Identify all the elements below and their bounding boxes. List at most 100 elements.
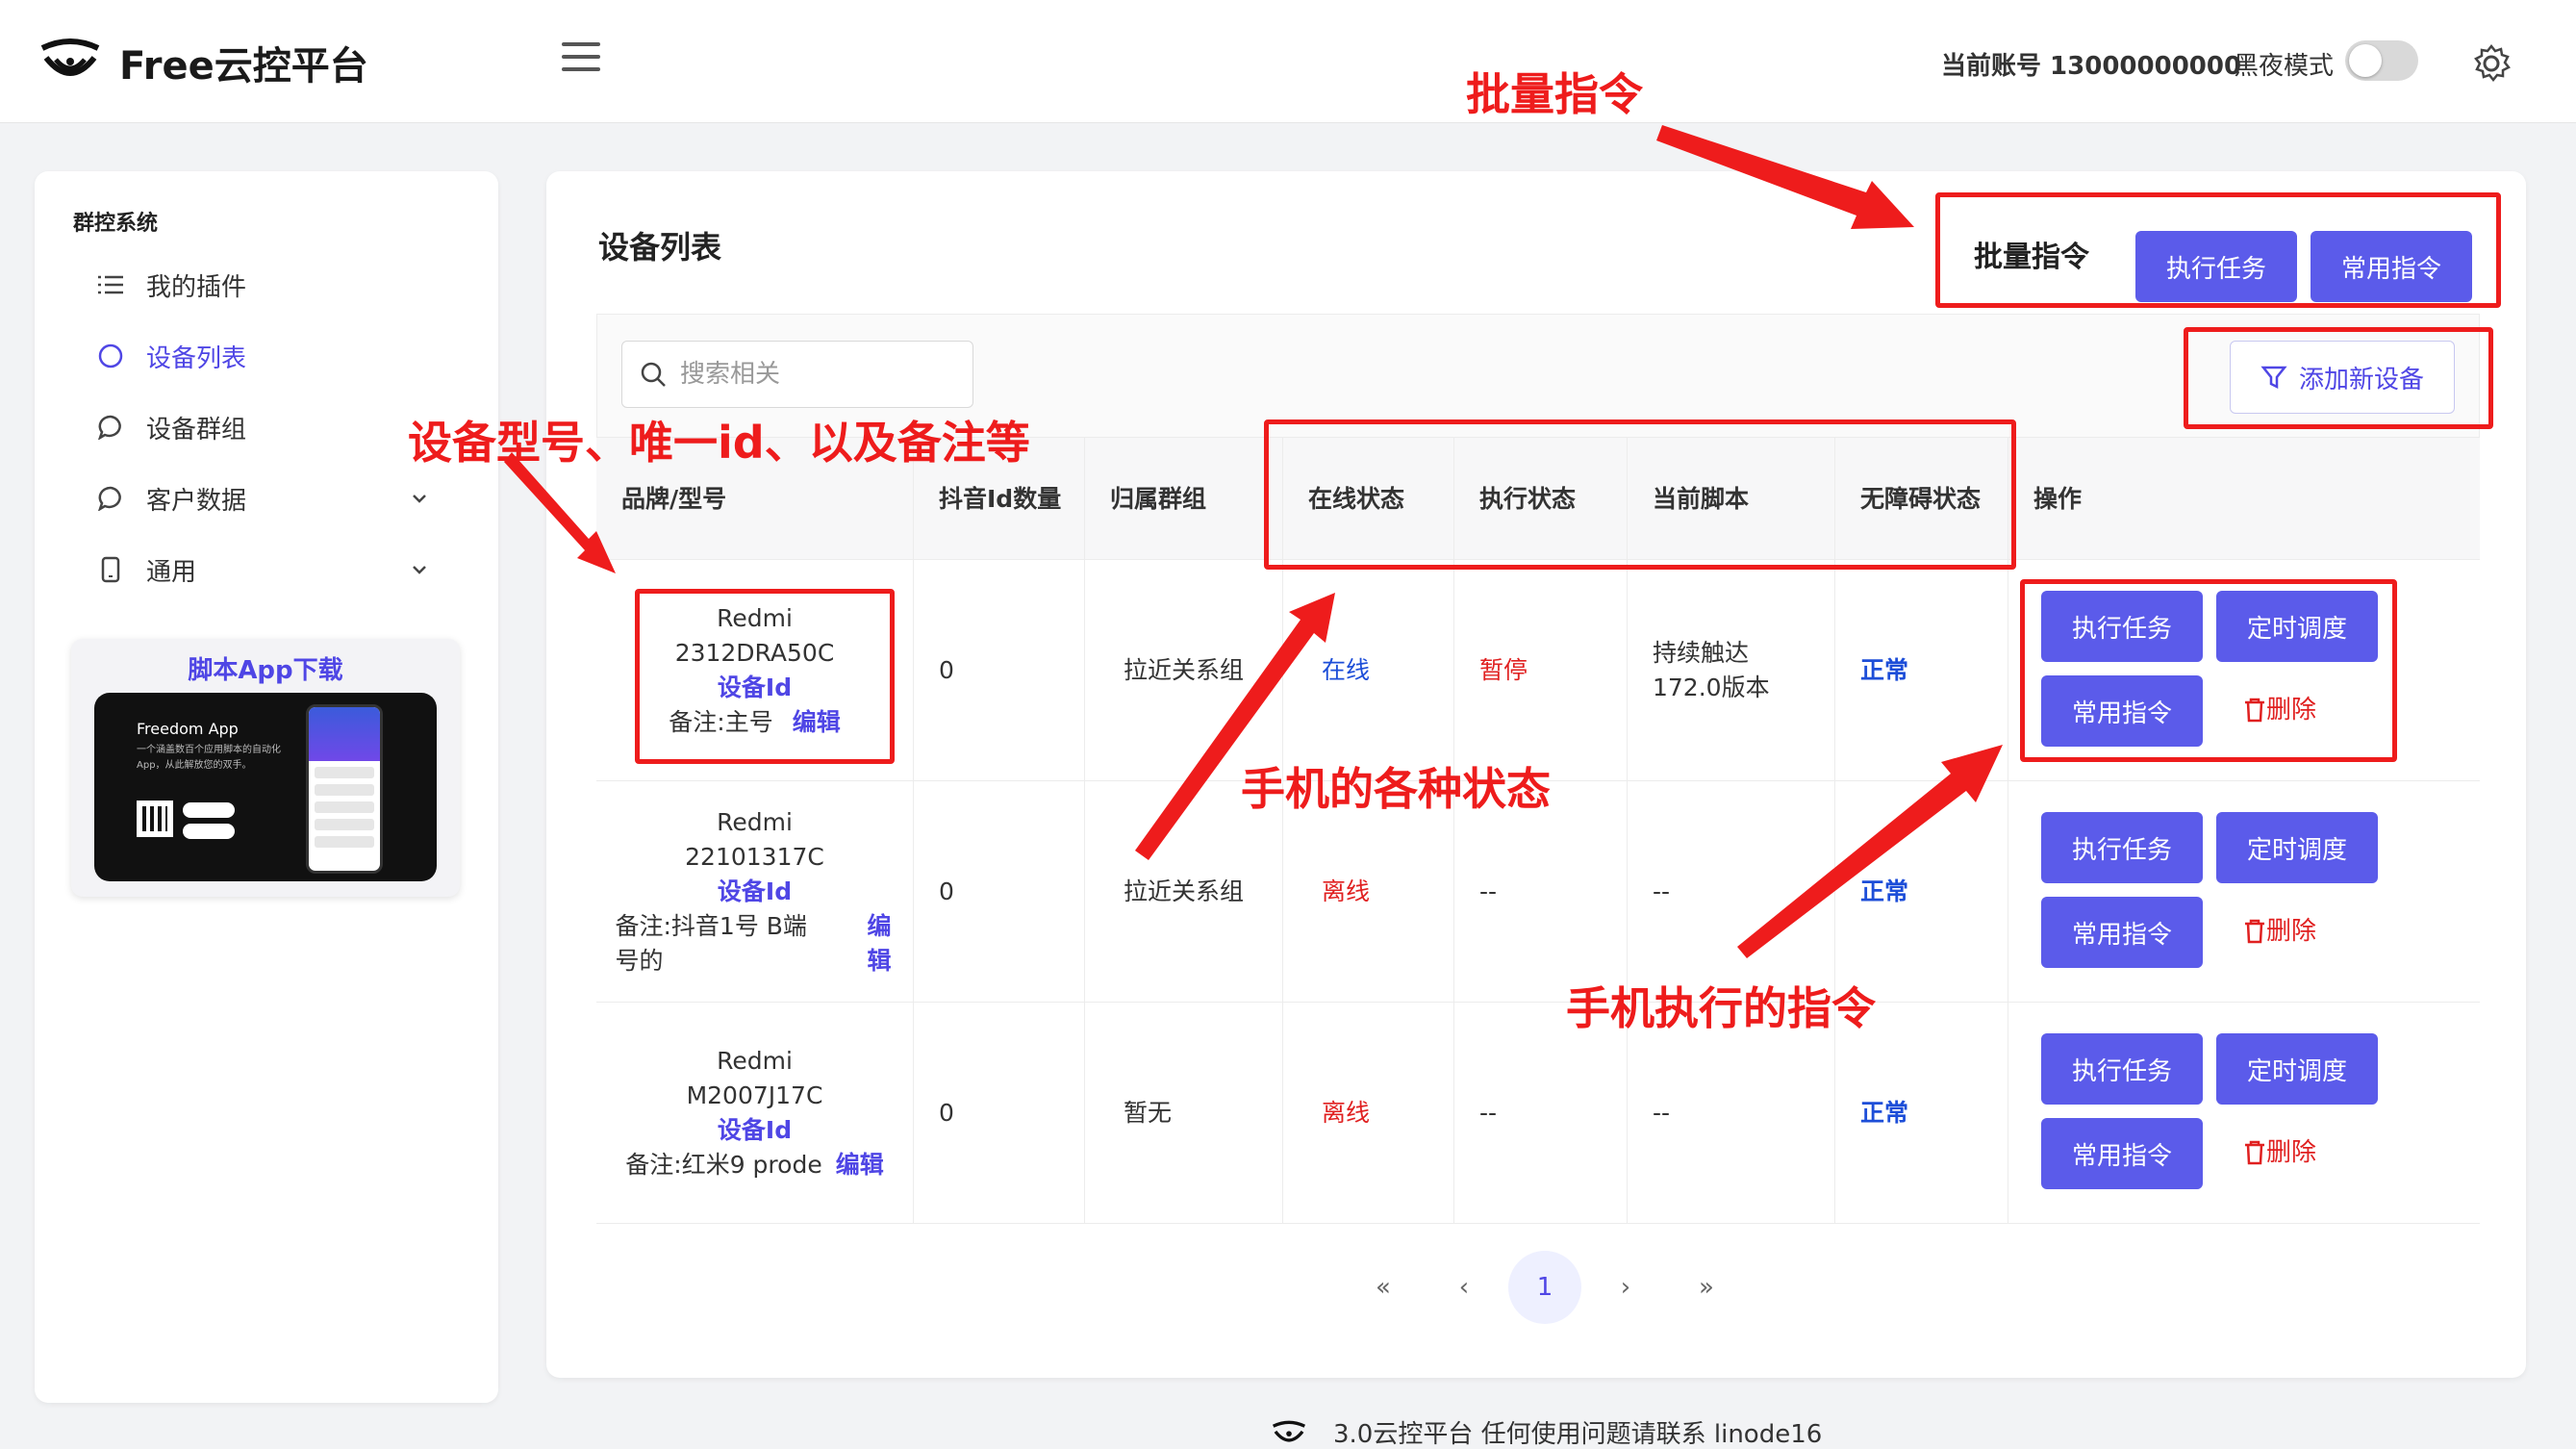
online-status: 在线 bbox=[1283, 560, 1454, 781]
edit-link[interactable]: 编辑 bbox=[868, 909, 895, 979]
batch-commands-label: 批量指令 bbox=[1974, 241, 2089, 274]
top-bar: Free云控平台 当前账号 13000000000 黑夜模式 bbox=[0, 0, 2576, 123]
delete-button[interactable]: 删除 bbox=[2243, 693, 2316, 727]
current-script: -- bbox=[1628, 781, 1835, 1003]
sidebar-item-customer-data[interactable]: 客户数据 bbox=[96, 471, 471, 525]
sidebar-item-general[interactable]: 通用 bbox=[96, 543, 471, 597]
common-command-button[interactable]: 常用指令 bbox=[2041, 1118, 2203, 1189]
sidebar-item-label: 通用 bbox=[146, 557, 197, 587]
run-task-button[interactable]: 执行任务 bbox=[2041, 812, 2203, 883]
sidebar-item-device-list[interactable]: 设备列表 bbox=[96, 329, 471, 383]
col-brand-model: 品牌/型号 bbox=[596, 438, 914, 561]
sidebar-item-label: 设备列表 bbox=[146, 343, 247, 373]
device-note: 备注:红米9 prode bbox=[625, 1151, 822, 1179]
gear-icon[interactable] bbox=[2470, 42, 2513, 85]
first-page-button[interactable]: « bbox=[1347, 1251, 1420, 1324]
next-page-button[interactable]: › bbox=[1589, 1251, 1662, 1324]
app-store-badge-icon bbox=[183, 802, 235, 818]
sidebar-item-plugins[interactable]: 我的插件 bbox=[96, 258, 471, 312]
accessibility-status: 正常 bbox=[1835, 1003, 2008, 1224]
app-promo-image[interactable]: Freedom App 一个涵盖数百个应用脚本的自动化App，从此解放您的双手。 bbox=[94, 693, 437, 881]
common-command-button[interactable]: 常用指令 bbox=[2041, 675, 2203, 747]
pagination: « ‹ 1 › » bbox=[596, 1224, 2480, 1330]
trash-icon bbox=[2245, 1140, 2264, 1165]
device-note-line: 备注:红米9 prode 编辑 bbox=[625, 1148, 883, 1182]
promo-app-name: Freedom App bbox=[137, 720, 239, 738]
douyin-count: 0 bbox=[914, 781, 1085, 1003]
play-store-badge-icon bbox=[183, 824, 235, 839]
chevron-down-icon bbox=[413, 495, 426, 503]
phone-icon bbox=[96, 555, 125, 584]
device-id-link[interactable]: 设备Id bbox=[718, 875, 792, 909]
delete-button[interactable]: 删除 bbox=[2243, 1135, 2316, 1170]
app-title: Free云控平台 bbox=[119, 44, 368, 89]
batch-common-command-button[interactable]: 常用指令 bbox=[2311, 231, 2472, 302]
table-row: Redmi M2007J17C 设备Id 备注:红米9 prode 编辑 0 暂… bbox=[596, 1003, 2480, 1224]
sidebar-item-label: 客户数据 bbox=[146, 486, 247, 516]
list-icon bbox=[96, 270, 125, 299]
col-group: 归属群组 bbox=[1085, 438, 1283, 561]
group-name: 拉近关系组 bbox=[1085, 781, 1283, 1003]
device-id-link[interactable]: 设备Id bbox=[718, 1113, 792, 1148]
edit-link[interactable]: 编辑 bbox=[793, 705, 841, 740]
schedule-button[interactable]: 定时调度 bbox=[2216, 812, 2378, 883]
main-panel: 设备列表 批量指令 执行任务 常用指令 添加新设备 品牌/型号 抖音Id数量 归… bbox=[546, 171, 2526, 1378]
page-1-button[interactable]: 1 bbox=[1508, 1251, 1581, 1324]
last-page-button[interactable]: » bbox=[1670, 1251, 1743, 1324]
device-info-cell: Redmi 2312DRA50C 设备Id 备注:主号 编辑 bbox=[596, 560, 914, 781]
edit-link[interactable]: 编辑 bbox=[836, 1148, 884, 1182]
phone-mockup-icon bbox=[306, 704, 383, 874]
delete-label: 删除 bbox=[2266, 917, 2317, 946]
footer: 3.0云控平台 任何使用问题请联系 linode16 bbox=[1270, 1414, 1822, 1449]
sidebar-item-label: 我的插件 bbox=[146, 272, 247, 302]
batch-run-task-button[interactable]: 执行任务 bbox=[2135, 231, 2297, 302]
run-task-button[interactable]: 执行任务 bbox=[2041, 591, 2203, 662]
sidebar-item-device-groups[interactable]: 设备群组 bbox=[96, 400, 471, 454]
app-download-card[interactable]: 脚本App下载 Freedom App 一个涵盖数百个应用脚本的自动化App，从… bbox=[71, 639, 460, 897]
qr-code-icon bbox=[137, 801, 173, 837]
exec-status: -- bbox=[1454, 1003, 1628, 1224]
sidebar-section-title: 群控系统 bbox=[73, 212, 159, 236]
device-brand: Redmi bbox=[717, 604, 793, 632]
add-device-button[interactable]: 添加新设备 bbox=[2230, 341, 2455, 414]
online-status: 离线 bbox=[1283, 781, 1454, 1003]
chat-icon bbox=[96, 413, 125, 442]
delete-button[interactable]: 删除 bbox=[2243, 914, 2316, 949]
delete-label: 删除 bbox=[2266, 1138, 2317, 1167]
accessibility-status: 正常 bbox=[1835, 560, 2008, 781]
page-title: 设备列表 bbox=[598, 229, 722, 266]
search-box[interactable] bbox=[621, 341, 973, 408]
device-note-line: 备注:抖音1号 B端号的 编辑 bbox=[616, 909, 895, 979]
common-command-button[interactable]: 常用指令 bbox=[2041, 897, 2203, 968]
douyin-count: 0 bbox=[914, 1003, 1085, 1224]
hamburger-menu-icon[interactable] bbox=[562, 42, 600, 81]
schedule-button[interactable]: 定时调度 bbox=[2216, 591, 2378, 662]
device-brand: Redmi bbox=[717, 1047, 793, 1075]
search-input[interactable] bbox=[680, 360, 949, 389]
dark-mode-toggle[interactable] bbox=[2345, 40, 2418, 81]
circle-icon bbox=[96, 342, 125, 370]
device-id-link[interactable]: 设备Id bbox=[718, 671, 792, 705]
col-online-status: 在线状态 bbox=[1283, 438, 1454, 561]
sidebar: 群控系统 我的插件 设备列表 设备群组 客户数据 通用 脚本App下载 Free… bbox=[35, 171, 498, 1403]
delete-label: 删除 bbox=[2266, 696, 2317, 724]
search-icon bbox=[641, 362, 666, 387]
actions-cell: 执行任务 定时调度 常用指令 删除 bbox=[2008, 560, 2480, 781]
col-current-script: 当前脚本 bbox=[1628, 438, 1835, 561]
run-task-button[interactable]: 执行任务 bbox=[2041, 1033, 2203, 1105]
schedule-button[interactable]: 定时调度 bbox=[2216, 1033, 2378, 1105]
dark-mode-label: 黑夜模式 bbox=[2234, 52, 2335, 81]
accessibility-status: 正常 bbox=[1835, 781, 2008, 1003]
toggle-knob bbox=[2349, 44, 2382, 77]
logo-icon bbox=[1272, 1420, 1306, 1442]
col-accessibility: 无障碍状态 bbox=[1835, 438, 2008, 561]
chat-icon bbox=[96, 484, 125, 513]
device-model: M2007J17C bbox=[686, 1081, 823, 1109]
device-note: 备注:抖音1号 B端号的 bbox=[615, 912, 807, 975]
logo-icon bbox=[40, 38, 100, 76]
prev-page-button[interactable]: ‹ bbox=[1427, 1251, 1501, 1324]
device-info-cell: Redmi 22101317C 设备Id 备注:抖音1号 B端号的 编辑 bbox=[596, 781, 914, 1003]
download-title[interactable]: 脚本App下载 bbox=[71, 650, 460, 686]
table-row: Redmi 22101317C 设备Id 备注:抖音1号 B端号的 编辑 0 拉… bbox=[596, 781, 2480, 1003]
col-exec-status: 执行状态 bbox=[1454, 438, 1628, 561]
